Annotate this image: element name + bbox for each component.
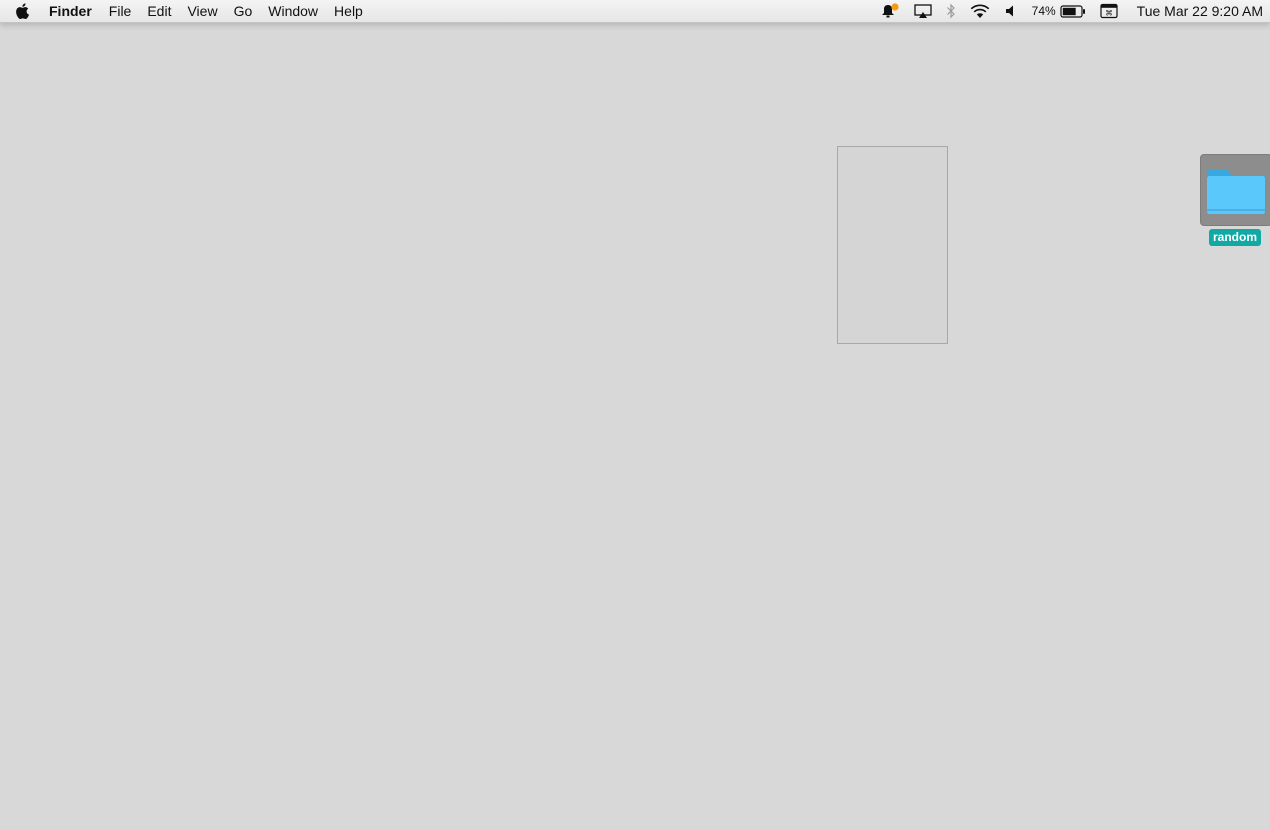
folder-selection-highlight <box>1200 154 1270 226</box>
svg-text:⌘: ⌘ <box>1105 9 1113 18</box>
menu-view[interactable]: View <box>179 0 225 22</box>
menu-file[interactable]: File <box>101 0 140 22</box>
airplay-icon[interactable] <box>907 0 939 22</box>
wifi-icon[interactable] <box>963 0 997 22</box>
bluetooth-icon[interactable] <box>939 0 963 22</box>
volume-icon[interactable] <box>997 0 1025 22</box>
menu-clock[interactable]: Tue Mar 22 9:20 AM <box>1125 3 1270 19</box>
menu-window[interactable]: Window <box>260 0 326 22</box>
menu-bar-left: Finder File Edit View Go Window Help <box>0 0 371 22</box>
folder-label[interactable]: random <box>1209 229 1262 246</box>
battery-fill <box>1062 7 1076 15</box>
input-menu-icon[interactable]: ⌘ <box>1093 0 1125 22</box>
app-name-menu[interactable]: Finder <box>44 0 101 22</box>
battery-percentage[interactable]: 74% <box>1025 0 1060 22</box>
desktop-folder-random[interactable]: random <box>1200 154 1270 246</box>
selection-rectangle <box>837 146 948 344</box>
folder-icon <box>1207 170 1265 214</box>
menu-go[interactable]: Go <box>226 0 261 22</box>
battery-icon[interactable] <box>1060 0 1093 22</box>
menu-bar: Finder File Edit View Go Window Help 74%… <box>0 0 1270 23</box>
menu-edit[interactable]: Edit <box>139 0 179 22</box>
menu-bar-status-area: 74% ⌘ Tue Mar 22 9:20 AM <box>873 0 1270 22</box>
menu-help[interactable]: Help <box>326 0 371 22</box>
notification-icon[interactable] <box>873 0 907 22</box>
apple-menu-icon[interactable] <box>0 0 44 22</box>
